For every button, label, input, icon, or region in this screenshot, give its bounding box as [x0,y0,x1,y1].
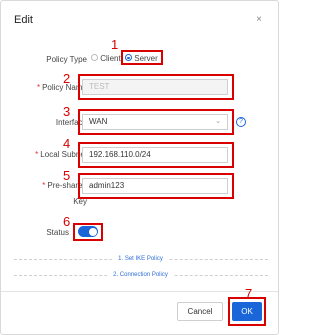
annotation-4: 4 [63,136,71,151]
pre-shared-key-label-line2: Key [73,197,87,206]
ok-button[interactable]: OK [232,302,262,321]
client-option-label: Client [100,54,121,63]
dialog-title: Edit [14,14,33,26]
help-icon[interactable]: ? [236,117,246,127]
local-subnet-input[interactable]: 192.168.110.0/24 [82,147,228,163]
close-icon[interactable]: × [256,14,262,25]
annotation-1: 1 [111,37,119,52]
cancel-button[interactable]: Cancel [177,302,223,321]
radio-client-icon[interactable] [91,54,98,62]
interface-label: Interface [55,118,87,127]
policy-name-field[interactable]: TEST [82,79,228,95]
policy-name-label: * Policy Name [36,83,87,92]
interface-value: WAN [89,117,108,126]
policy-type-server-option[interactable]: Server [125,54,158,63]
radio-server-icon[interactable] [125,54,132,62]
section-ike-policy[interactable]: 1. Set IKE Policy [1,256,280,262]
annotation-6: 6 [63,214,71,229]
annotation-3: 3 [63,104,71,119]
chevron-down-icon: ⌄ [215,118,221,125]
interface-select[interactable]: WAN ⌄ [82,114,228,130]
status-label: Status [46,228,69,237]
local-subnet-label: * Local Subnet [35,150,87,159]
section-connection-policy[interactable]: 2. Connection Policy [1,272,280,278]
status-toggle[interactable] [78,226,98,237]
server-option-label: Server [134,54,158,63]
toggle-knob [88,227,97,236]
edit-dialog: Edit × 1 Policy Type Client Server 2 * Po… [0,0,279,335]
pre-shared-key-label: * Pre-shared [42,181,87,190]
policy-type-client-option[interactable]: Client [91,54,121,63]
pre-shared-key-input[interactable]: admin123 [82,178,228,194]
policy-type-label: Policy Type [46,55,87,64]
footer-divider [1,291,278,292]
